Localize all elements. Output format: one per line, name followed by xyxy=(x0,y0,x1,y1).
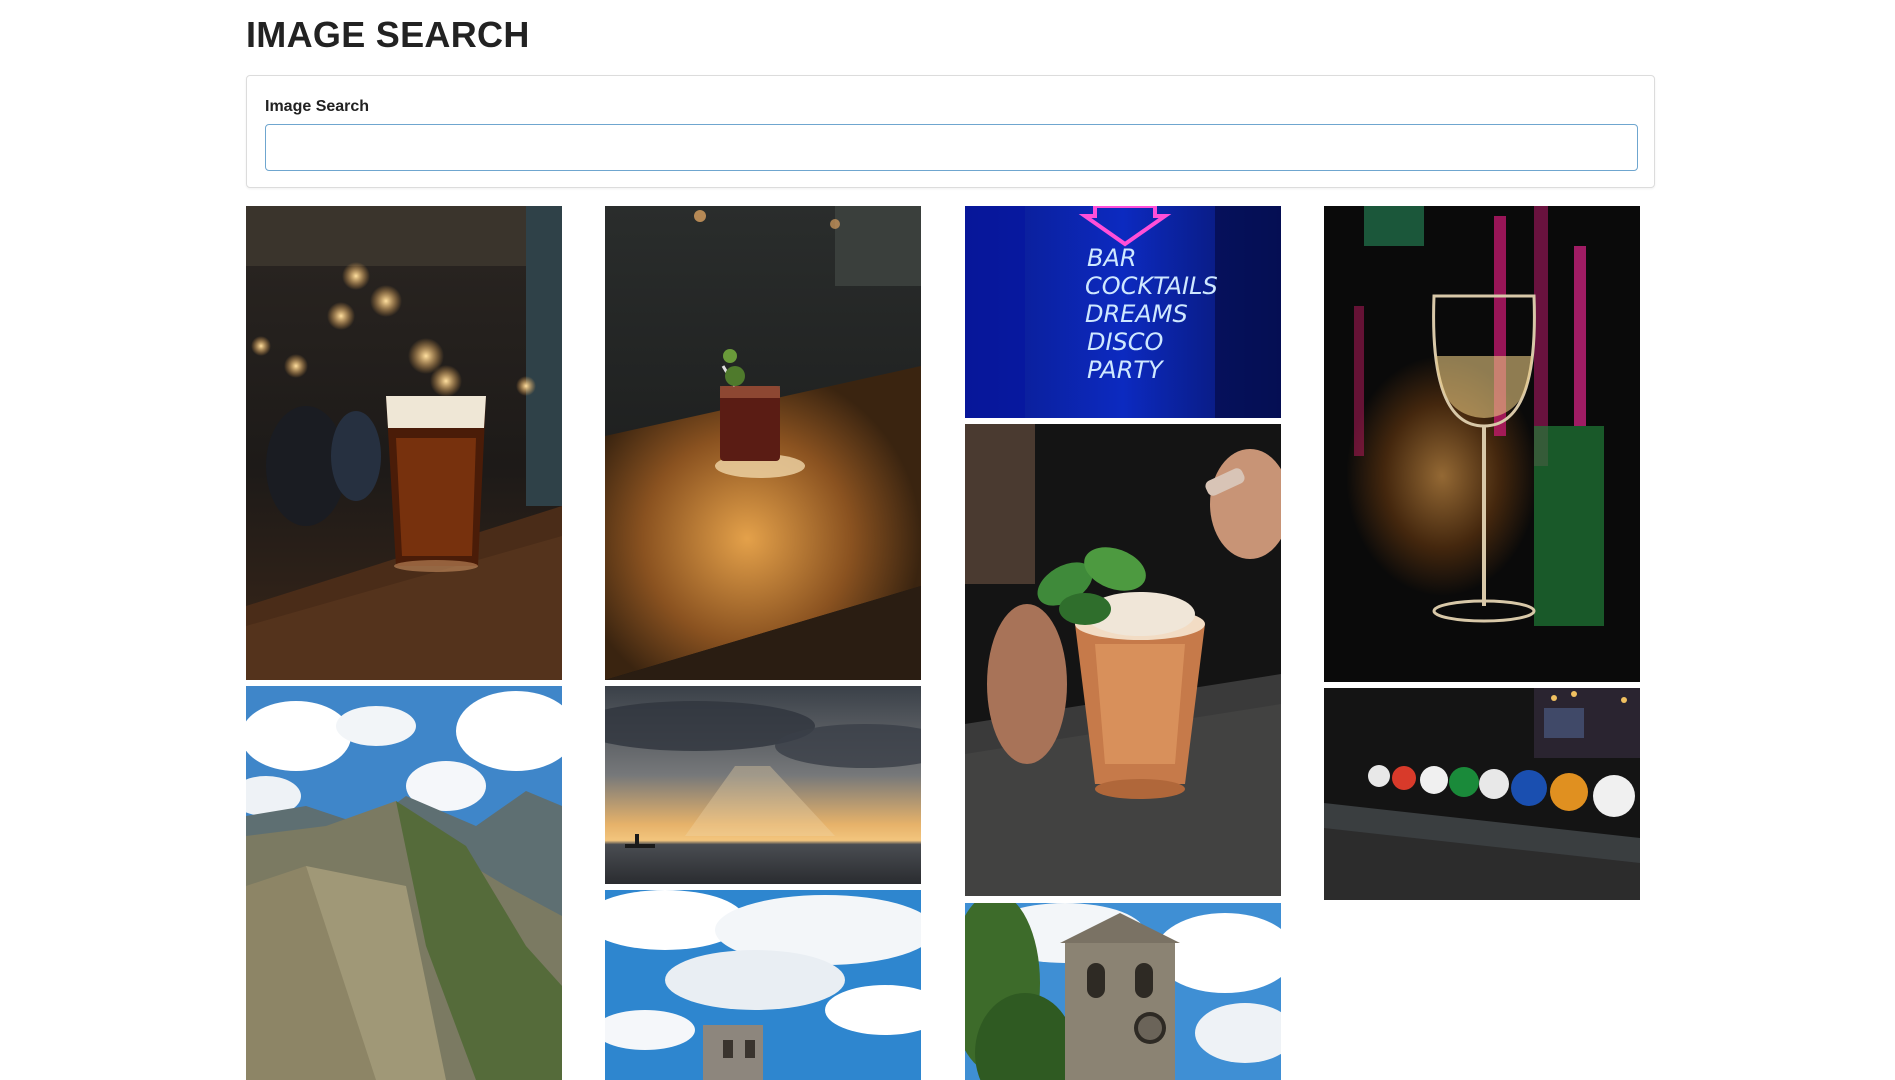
sunset-over-sea-photo[interactable] xyxy=(605,686,921,884)
clock-tower-blue-sky-photo[interactable] xyxy=(605,890,921,1080)
search-card: Image Search xyxy=(246,75,1655,188)
search-input[interactable] xyxy=(265,124,1638,171)
wine-glass-neon-lights-photo[interactable] xyxy=(1324,206,1640,682)
neon-line-2: COCKTAILS xyxy=(1085,272,1218,300)
neon-line-5: PARTY xyxy=(1087,356,1165,384)
beer-taps-row-photo[interactable] xyxy=(1324,688,1640,900)
page-title: IMAGE SEARCH xyxy=(246,14,530,55)
neon-bar-sign-photo[interactable]: BAR COCKTAILS DREAMS DISCO PARTY xyxy=(965,206,1281,418)
neon-line-4: DISCO xyxy=(1087,328,1163,356)
mountain-landscape-photo[interactable] xyxy=(246,686,562,1080)
mint-julep-cocktail-photo[interactable] xyxy=(965,424,1281,896)
beer-glass-on-bar-photo[interactable] xyxy=(246,206,562,680)
neon-line-1: BAR xyxy=(1087,244,1137,272)
neon-line-3: DREAMS xyxy=(1085,300,1188,328)
stone-clock-tower-photo[interactable] xyxy=(965,903,1281,1080)
search-label: Image Search xyxy=(265,98,370,115)
cocktail-on-wooden-table-photo[interactable] xyxy=(605,206,921,680)
